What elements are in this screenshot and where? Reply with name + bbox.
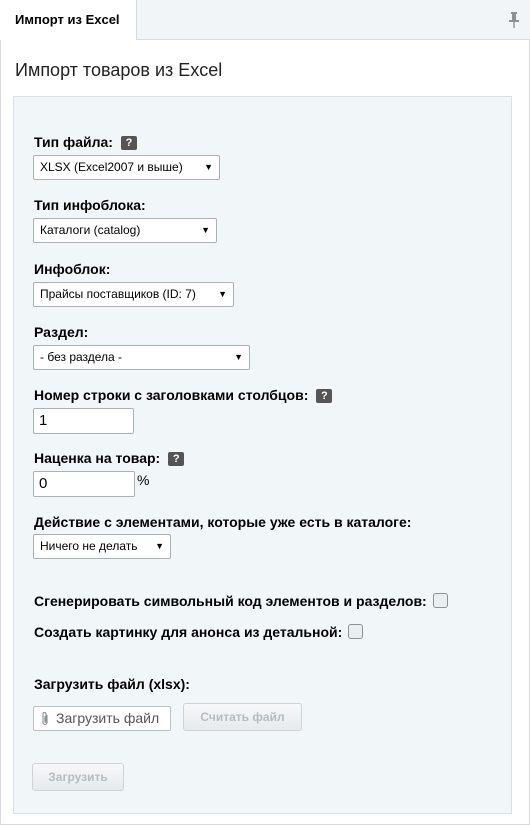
paperclip-icon [42, 712, 48, 726]
gen-code-checkbox[interactable] [432, 593, 448, 608]
header-row-label: Номер строки с заголовками столбцов:? [34, 387, 333, 403]
percent-unit: % [137, 472, 150, 488]
pin-icon[interactable] [508, 12, 520, 28]
section-select[interactable]: - без раздела - ▼ [33, 345, 250, 370]
help-icon[interactable]: ? [120, 136, 137, 150]
action-select[interactable]: Ничего не делать ▼ [33, 534, 171, 559]
tab-label: Импорт из Excel [15, 12, 120, 27]
section-label: Раздел: [34, 324, 89, 340]
action-label: Действие с элементами, которые уже есть … [34, 514, 412, 530]
help-icon[interactable]: ? [168, 452, 185, 466]
dropdown-arrow-icon: ▼ [201, 225, 210, 235]
dropdown-arrow-icon: ▼ [204, 162, 213, 172]
upload-file-label: Загрузить файл (xlsx): [34, 676, 190, 692]
dropdown-arrow-icon: ▼ [155, 541, 164, 551]
file-type-label: Тип файла:? [34, 134, 137, 150]
create-preview-row: Создать картинку для анонса из детальной… [34, 624, 364, 640]
page-title: Импорт товаров из Excel [15, 60, 223, 80]
markup-label: Наценка на товар:? [34, 450, 185, 466]
iblock-type-label: Тип инфоблока: [34, 197, 146, 213]
tab-bar: Импорт из Excel [0, 0, 530, 40]
iblock-label: Инфоблок: [34, 261, 111, 277]
choose-file-button[interactable]: Загрузить файл [33, 706, 171, 731]
tab-import-excel[interactable]: Импорт из Excel [0, 0, 137, 40]
iblock-select[interactable]: Прайсы поставщиков (ID: 7) ▼ [33, 282, 234, 307]
file-type-select[interactable]: XLSX (Excel2007 и выше) ▼ [33, 155, 220, 180]
create-preview-checkbox[interactable] [348, 624, 364, 639]
help-icon[interactable]: ? [316, 389, 333, 403]
header-row-input[interactable]: 1 [33, 408, 134, 434]
iblock-type-select[interactable]: Каталоги (catalog) ▼ [33, 218, 217, 243]
dropdown-arrow-icon: ▼ [218, 289, 227, 299]
markup-input[interactable]: 0 [33, 471, 135, 497]
submit-upload-button[interactable]: Загрузить [32, 763, 124, 791]
read-file-button[interactable]: Считать файл [183, 703, 302, 731]
dropdown-arrow-icon: ▼ [234, 352, 243, 362]
gen-code-row: Сгенерировать символьный код элементов и… [34, 593, 448, 609]
